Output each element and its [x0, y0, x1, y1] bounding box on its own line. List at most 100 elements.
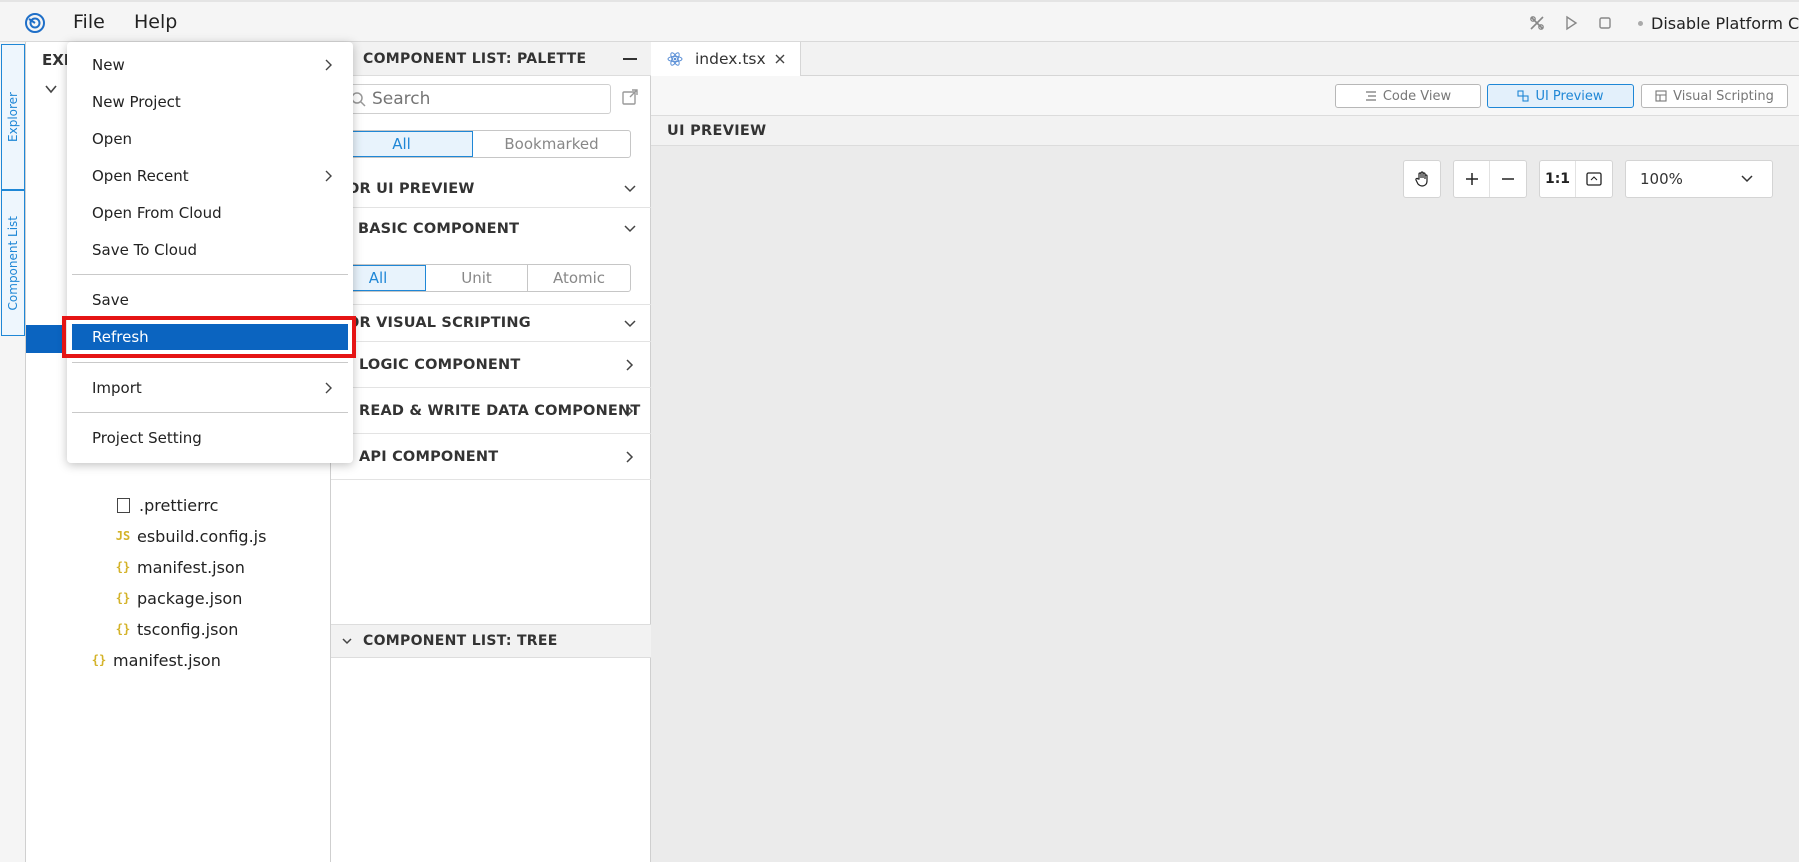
file-name: manifest.json: [137, 557, 245, 577]
visual-scripting-label: Visual Scripting: [1673, 88, 1774, 104]
menu-item-label: Save To Cloud: [92, 241, 197, 259]
tree-title: COMPONENT LIST: TREE: [363, 633, 558, 649]
basic-component-tabs: All Unit Atomic: [329, 264, 631, 292]
basic-component-section[interactable]: BASIC COMPONENT: [331, 210, 651, 248]
visual-scripting-section[interactable]: OR VISUAL SCRIPTING: [331, 304, 651, 342]
tab-label: index.tsx: [695, 50, 766, 68]
app-logo-icon[interactable]: [24, 12, 46, 34]
menu-item-project-setting[interactable]: Project Setting: [72, 425, 348, 451]
file-item-esbuild-config[interactable]: JS esbuild.config.js: [114, 523, 267, 549]
basic-tab-atomic[interactable]: Atomic: [528, 265, 630, 291]
chevron-right-icon[interactable]: [623, 358, 637, 372]
ui-preview-section[interactable]: OR UI PREVIEW: [331, 170, 651, 208]
minimize-icon[interactable]: [623, 58, 637, 60]
read-write-data-component-row[interactable]: READ & WRITE DATA COMPONENT: [331, 388, 651, 434]
component-list-vertical-tab[interactable]: Component List: [1, 190, 25, 336]
tab-index-tsx[interactable]: index.tsx: [651, 42, 801, 76]
palette-header[interactable]: COMPONENT LIST: PALETTE: [331, 42, 651, 76]
zoom-in-icon[interactable]: [1454, 161, 1490, 197]
play-icon[interactable]: [1558, 10, 1584, 36]
component-palette-panel: COMPONENT LIST: PALETTE All Bookmarked O…: [329, 42, 651, 862]
close-icon[interactable]: [774, 53, 786, 65]
file-menu[interactable]: File: [73, 11, 105, 33]
actual-size-button[interactable]: 1:1: [1540, 161, 1576, 197]
json-file-icon: {}: [115, 622, 131, 636]
menu-item-label: Open From Cloud: [92, 204, 222, 222]
explorer-tab-label: Explorer: [6, 92, 20, 142]
logic-component-row[interactable]: LOGIC COMPONENT: [331, 342, 651, 388]
menu-item-label: Project Setting: [92, 429, 202, 447]
json-file-icon: {}: [115, 591, 131, 605]
menu-separator: [72, 274, 348, 275]
code-view-button[interactable]: Code View: [1335, 84, 1481, 108]
ui-preview-header: UI PREVIEW: [651, 116, 1799, 146]
zoom-level-select[interactable]: 100%: [1625, 160, 1773, 198]
open-external-icon[interactable]: [621, 88, 639, 106]
menu-item-label: New: [92, 56, 125, 74]
file-name: package.json: [137, 588, 243, 608]
chevron-right-icon[interactable]: [623, 404, 637, 418]
menu-item-new[interactable]: New: [72, 52, 348, 78]
chevron-down-icon: [1741, 175, 1753, 183]
search-input[interactable]: [372, 89, 582, 109]
component-tree-header[interactable]: COMPONENT LIST: TREE: [331, 624, 651, 658]
file-dropdown-menu: New New Project Open Open Recent Open Fr…: [67, 42, 353, 463]
disable-platform-toggle[interactable]: Disable Platform Co: [1651, 14, 1799, 33]
chevron-down-icon[interactable]: [623, 222, 637, 236]
blank-file-icon: [117, 497, 130, 513]
menu-item-import[interactable]: Import: [72, 375, 348, 401]
editor-tab-bar: index.tsx: [651, 42, 1799, 76]
file-item-root-manifest[interactable]: {} manifest.json: [90, 647, 221, 673]
zoom-out-icon[interactable]: [1490, 161, 1526, 197]
chevron-right-icon[interactable]: [623, 450, 637, 464]
component-list-tab-label: Component List: [6, 215, 20, 311]
menu-bar: File Help Disable Platform Co: [0, 0, 1799, 42]
chevron-down-icon[interactable]: [623, 317, 637, 331]
section-label: API COMPONENT: [359, 448, 499, 465]
menu-item-open-recent[interactable]: Open Recent: [72, 163, 348, 189]
chevron-down-icon[interactable]: [44, 82, 58, 96]
ui-preview-title: UI PREVIEW: [667, 122, 767, 139]
fit-to-screen-icon[interactable]: [1576, 161, 1612, 197]
menu-item-new-project[interactable]: New Project: [72, 89, 348, 115]
file-name: manifest.json: [113, 650, 221, 670]
menu-item-label: Save: [92, 291, 129, 309]
hand-tool-icon[interactable]: [1404, 161, 1440, 197]
menu-item-save[interactable]: Save: [72, 287, 348, 313]
json-file-icon: {}: [91, 653, 107, 667]
refresh-highlight-box: [62, 316, 356, 358]
help-menu[interactable]: Help: [134, 11, 177, 33]
react-icon: [667, 52, 683, 66]
file-item-prettierrc[interactable]: .prettierrc: [114, 492, 218, 518]
visual-scripting-icon: [1655, 90, 1667, 102]
zoom-tool-group: [1453, 160, 1527, 198]
filter-tab-bookmarked[interactable]: Bookmarked: [473, 131, 630, 157]
section-label: BASIC COMPONENT: [358, 221, 520, 237]
visual-scripting-button[interactable]: Visual Scripting: [1641, 84, 1788, 108]
ui-preview-icon: [1517, 90, 1530, 102]
menu-item-label: New Project: [92, 93, 181, 111]
section-label: OR UI PREVIEW: [347, 180, 475, 197]
api-component-row[interactable]: API COMPONENT: [331, 434, 651, 480]
code-view-label: Code View: [1382, 88, 1452, 104]
selected-tree-item[interactable]: [26, 325, 66, 353]
menu-item-label: Import: [92, 379, 142, 397]
file-item-package[interactable]: {} package.json: [114, 585, 243, 611]
activity-bar: Explorer Component List: [0, 42, 26, 862]
menu-item-open-from-cloud[interactable]: Open From Cloud: [72, 200, 348, 226]
chevron-down-icon[interactable]: [623, 182, 637, 196]
menu-separator: [72, 412, 348, 413]
chevron-down-icon[interactable]: [341, 635, 353, 647]
menu-item-open[interactable]: Open: [72, 126, 348, 152]
palette-search[interactable]: [341, 84, 611, 114]
stop-icon[interactable]: [1592, 10, 1618, 36]
file-item-manifest[interactable]: {} manifest.json: [114, 554, 245, 580]
explorer-vertical-tab[interactable]: Explorer: [1, 44, 25, 190]
tools-icon[interactable]: [1524, 10, 1550, 36]
pan-tool-group: [1403, 160, 1441, 198]
basic-tab-unit[interactable]: Unit: [426, 265, 528, 291]
ui-preview-button[interactable]: UI Preview: [1487, 84, 1634, 108]
palette-filter-tabs: All Bookmarked: [329, 130, 631, 158]
menu-item-save-to-cloud[interactable]: Save To Cloud: [72, 237, 348, 263]
file-item-tsconfig[interactable]: {} tsconfig.json: [114, 616, 239, 642]
